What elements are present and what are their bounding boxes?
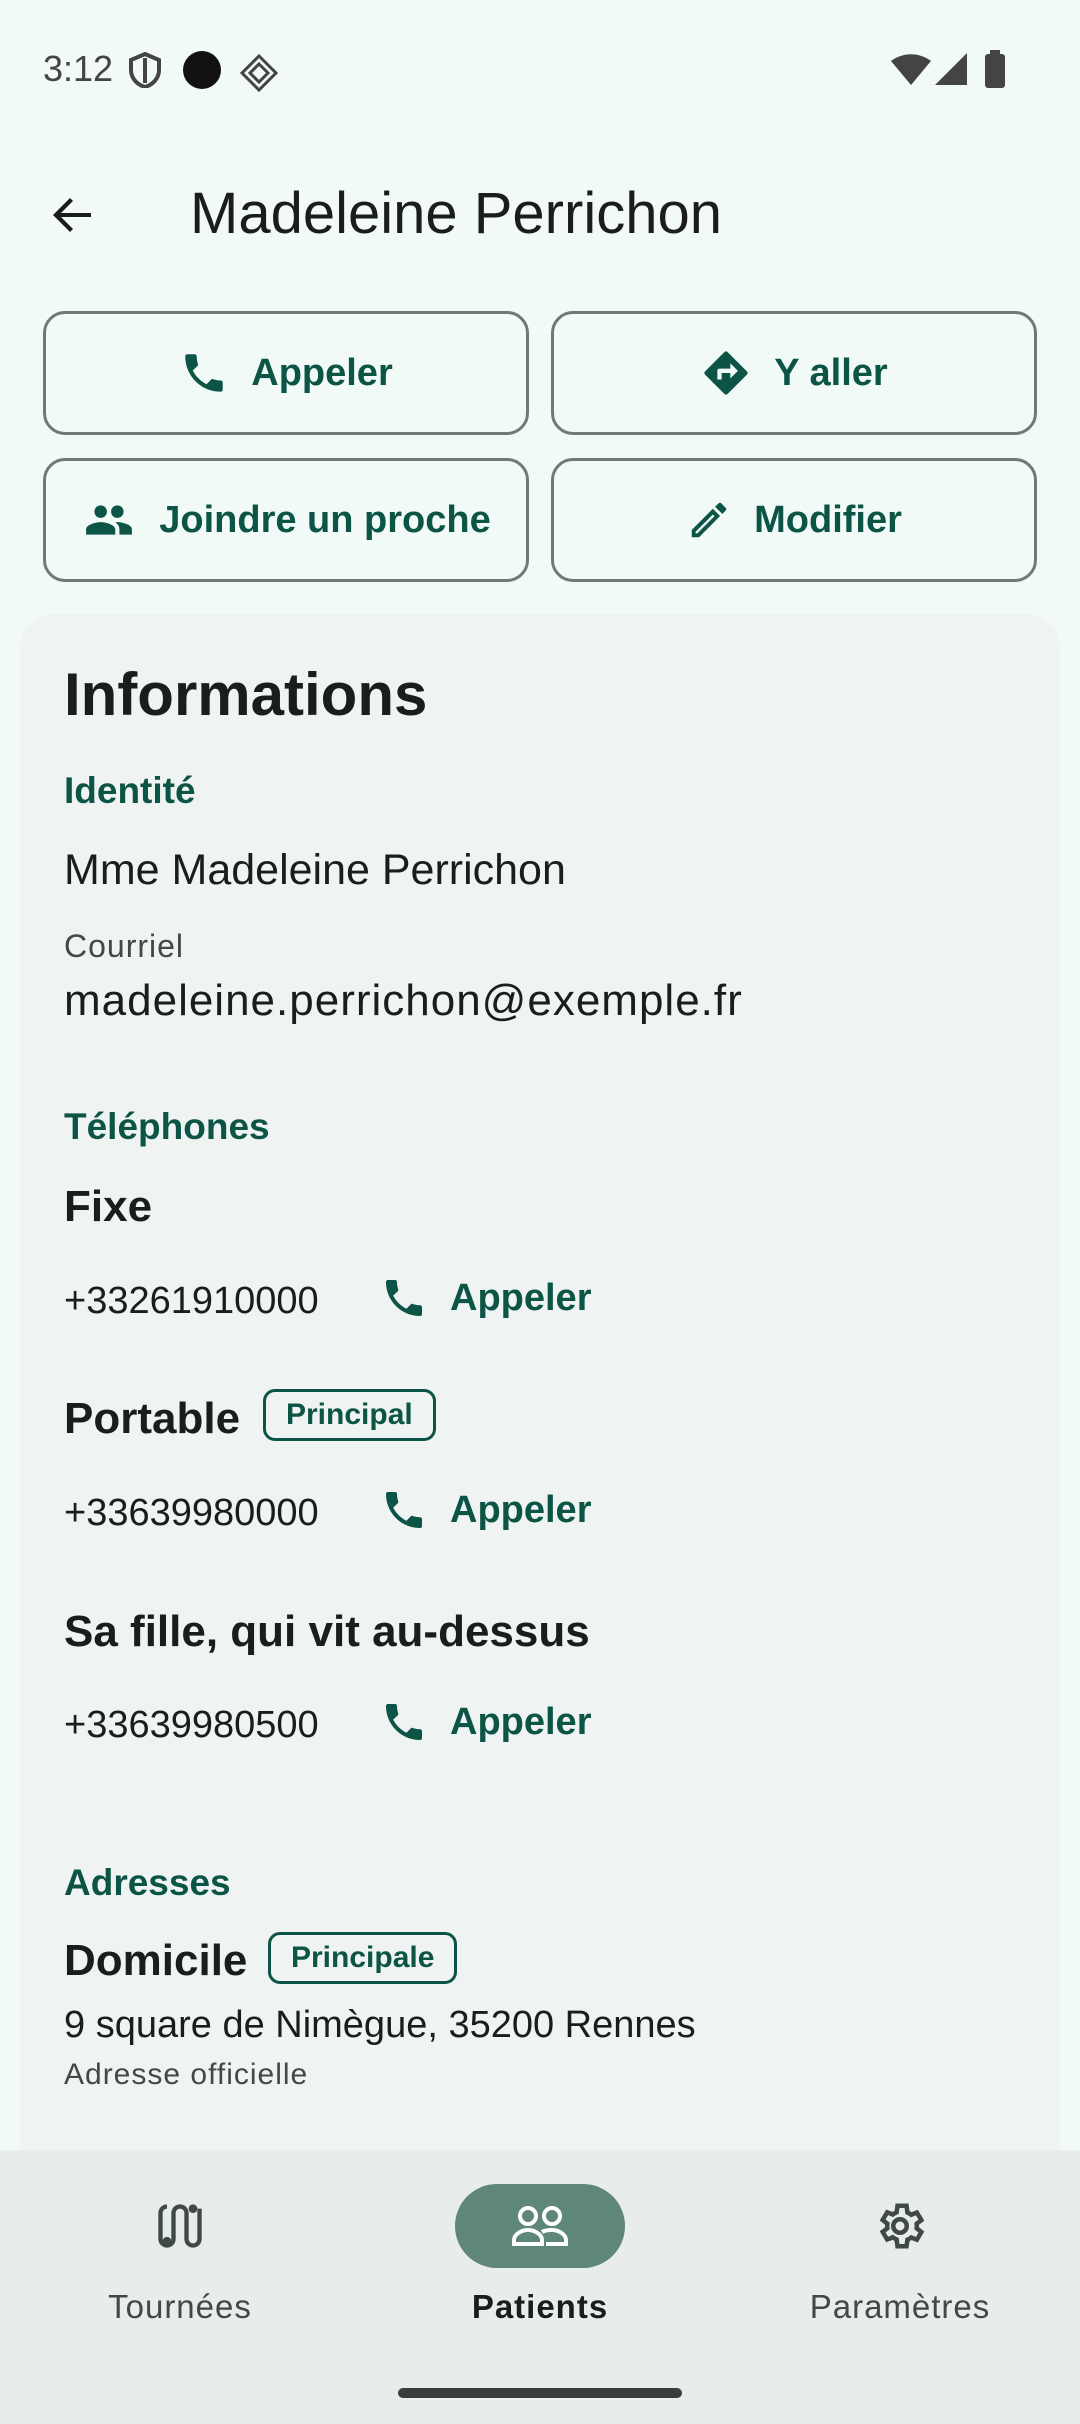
informations-card: Informations Identité Mme Madeleine Perr…: [20, 614, 1060, 2154]
phone-label: Sa fille, qui vit au-dessus: [64, 1607, 590, 1656]
navigate-button-label: Y aller: [774, 351, 888, 394]
edit-button[interactable]: Modifier: [551, 458, 1037, 582]
principale-badge: Principale: [268, 1932, 458, 1984]
dot-icon: [182, 50, 222, 95]
addresses-section-label: Adresses: [64, 1862, 231, 1903]
phone-number: +33639980000: [64, 1492, 319, 1534]
call-button[interactable]: Appeler: [43, 311, 529, 435]
back-button[interactable]: [40, 182, 106, 248]
phone-number: +33639980500: [64, 1704, 319, 1746]
card-title: Informations: [64, 661, 428, 728]
phones-section-label: Téléphones: [64, 1106, 270, 1147]
top-app-bar: Madeleine Perrichon: [0, 160, 1080, 270]
navigate-button[interactable]: Y aller: [551, 311, 1037, 435]
call-button-label: Appeler: [251, 351, 393, 394]
edit-button-label: Modifier: [754, 498, 902, 541]
nav-label: Paramètres: [809, 2288, 991, 2325]
phone-call-link[interactable]: Appeler: [380, 1698, 591, 1746]
status-time: 3:12: [43, 48, 114, 89]
wifi-icon: [890, 54, 932, 91]
phone-call-label: Appeler: [450, 1488, 592, 1531]
status-bar: 3:12: [0, 0, 1080, 140]
bottom-navigation: Tournées Patients Paramètres: [0, 2150, 1080, 2424]
directions-icon: [704, 351, 748, 395]
nav-icon-container: [95, 2184, 265, 2268]
address-line: 9 square de Nimègue, 35200 Rennes: [64, 2004, 696, 2046]
join-relative-button-label: Joindre un proche: [159, 498, 491, 541]
people-icon: [512, 2206, 568, 2246]
phone-number: +33261910000: [64, 1280, 319, 1322]
nav-item-tournees[interactable]: Tournées: [0, 2184, 360, 2344]
nav-item-patients[interactable]: Patients: [360, 2184, 720, 2344]
phone-icon: [386, 1492, 422, 1528]
phone-icon: [386, 1280, 422, 1316]
diamond-icon: [239, 53, 279, 97]
route-icon: [158, 2204, 202, 2248]
phone-call-link[interactable]: Appeler: [380, 1274, 591, 1322]
nav-item-parametres[interactable]: Paramètres: [720, 2184, 1080, 2344]
arrow-back-icon: [53, 198, 91, 232]
email-label: Courriel: [64, 928, 185, 964]
phone-icon: [386, 1704, 422, 1740]
phone-label: Fixe: [64, 1182, 153, 1231]
address-note: Adresse officielle: [64, 2058, 309, 2091]
gear-icon: [879, 2203, 925, 2249]
people-icon: [86, 505, 133, 535]
phone-call-label: Appeler: [450, 1276, 592, 1319]
signal-icon: [934, 52, 968, 91]
phone-call-link[interactable]: Appeler: [380, 1486, 591, 1534]
principal-badge: Principal: [263, 1389, 436, 1441]
nav-icon-container: [815, 2184, 985, 2268]
shield-icon: [128, 51, 162, 93]
phone-icon: [185, 354, 223, 392]
pencil-icon: [691, 502, 727, 538]
identity-section-label: Identité: [64, 770, 196, 811]
phone-call-label: Appeler: [450, 1700, 592, 1743]
address-label: Domicile: [64, 1936, 248, 1985]
email-value: madeleine.perrichon@exemple.fr: [64, 976, 743, 1025]
battery-icon: [984, 50, 1006, 93]
nav-icon-container: [455, 2184, 625, 2268]
identity-name: Mme Madeleine Perrichon: [64, 846, 566, 894]
nav-label: Patients: [471, 2288, 609, 2325]
phone-label: Portable: [64, 1394, 241, 1443]
nav-label: Tournées: [108, 2288, 252, 2325]
join-relative-button[interactable]: Joindre un proche: [43, 458, 529, 582]
page-title: Madeleine Perrichon: [190, 181, 722, 246]
home-indicator[interactable]: [398, 2388, 682, 2398]
